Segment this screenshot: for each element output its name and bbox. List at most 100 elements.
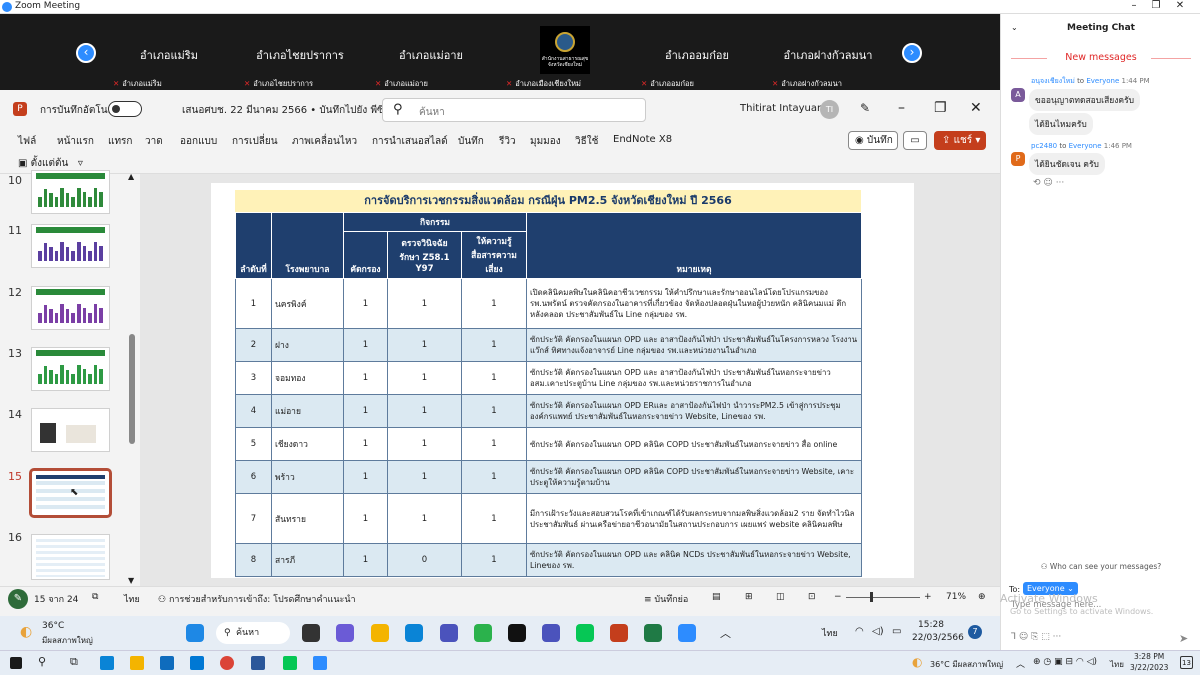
mail-icon[interactable] <box>190 656 204 670</box>
share-button[interactable]: ⇪ แชร์ ▾ <box>934 131 986 150</box>
video-tile[interactable]: อำเภอไชยปราการ ✕ อำเภอไชยปราการ <box>238 14 362 90</box>
video-tile[interactable]: อำเภอฝางกัวลมนา ✕ อำเภอฝางกัวลมนา <box>766 14 890 90</box>
slideshow-icon[interactable]: ⊡ <box>808 592 816 602</box>
language-label[interactable]: ไทย <box>124 592 140 606</box>
tab-file[interactable]: ไฟล์ <box>18 134 36 149</box>
tab-design[interactable]: ออกแบบ <box>180 134 217 149</box>
video-tile[interactable]: อำเภอแม่ริม ✕ อำเภอแม่ริม <box>107 14 231 90</box>
tab-review[interactable]: รีวิว <box>499 134 516 149</box>
tab-draw[interactable]: วาด <box>145 134 163 149</box>
store-icon[interactable] <box>160 656 174 670</box>
notification-badge[interactable]: 13 <box>1180 656 1193 669</box>
record-button[interactable]: ◉ บันทึก <box>848 131 898 150</box>
slide-thumbnail[interactable] <box>31 534 110 580</box>
close-icon[interactable]: ✕ <box>1170 0 1190 11</box>
excel-icon[interactable] <box>644 624 662 642</box>
pen-tool-icon[interactable]: ✎ <box>8 589 28 609</box>
comments-button[interactable]: ▭ <box>903 131 927 150</box>
slide-sorter-icon[interactable]: ⊞ <box>745 592 753 602</box>
zoom-slider[interactable] <box>846 597 920 598</box>
spellcheck-icon[interactable]: ⧉ <box>92 592 98 602</box>
chat-message[interactable]: ได้ยินชัดเจน ครับ <box>1029 153 1105 175</box>
gallery-prev-icon[interactable]: ‹ <box>76 43 96 63</box>
close-icon[interactable]: ✕ <box>970 100 982 116</box>
language-indicator[interactable]: ไทย <box>822 626 838 640</box>
chat-message[interactable]: ขออนุญาตทดสอบเสียงครับ <box>1029 89 1141 111</box>
minimize-icon[interactable]: – <box>1124 0 1144 11</box>
accessibility-status[interactable]: ⚇ การช่วยสำหรับการเข้าถึง: โปรดศึกษาคำแน… <box>158 592 356 606</box>
restore-icon[interactable]: ❐ <box>934 100 947 116</box>
teams-chat-icon[interactable] <box>336 624 354 642</box>
tray-icons[interactable]: ⊕ ◷ ▣ ⊟ ◠ ◁) <box>1033 657 1097 667</box>
tab-help[interactable]: วิธีใช้ <box>575 134 598 149</box>
video-tile[interactable]: อำเภอแม่อาย ✕ อำเภอแม่อาย <box>369 14 493 90</box>
volume-icon[interactable]: ◁) <box>872 626 884 637</box>
tab-transitions[interactable]: การเปลี่ยน <box>232 134 278 149</box>
line-icon[interactable] <box>474 624 492 642</box>
powerpoint-icon[interactable] <box>610 624 628 642</box>
autosave-toggle[interactable] <box>108 101 142 117</box>
task-view-icon[interactable] <box>302 624 320 642</box>
teams-icon[interactable] <box>440 624 458 642</box>
slide-thumbnail[interactable] <box>31 170 110 214</box>
file-explorer-icon[interactable] <box>371 624 389 642</box>
chat-message[interactable]: ได้ยินไหมครับ <box>1029 113 1093 135</box>
tab-home[interactable]: หน้าแรก <box>57 134 94 149</box>
avatar[interactable]: TI <box>820 100 839 119</box>
slide[interactable]: การจัดบริการเวชกรรมสิ่งแวดล้อม กรณีฝุ่น … <box>211 183 914 578</box>
thumbnail-scrollbar[interactable]: ▲ ▼ <box>126 172 138 586</box>
slide-thumbnail[interactable] <box>31 224 110 268</box>
tab-animations[interactable]: ภาพเคลื่อนไหว <box>292 134 357 149</box>
zoom-in-icon[interactable]: + <box>924 592 932 602</box>
edge-icon[interactable] <box>405 624 423 642</box>
tab-record[interactable]: บันทึก <box>458 134 484 149</box>
tab-endnote[interactable]: EndNote X8 <box>613 134 672 145</box>
gallery-next-icon[interactable]: › <box>902 43 922 63</box>
from-beginning-button[interactable]: ▣ ตั้งแต่ต้น ▿ <box>18 156 83 171</box>
task-view-icon[interactable]: ⧉ <box>70 655 78 669</box>
notes-button[interactable]: ≡ บันทึกย่อ <box>644 592 688 606</box>
pen-icon[interactable]: ✎ <box>860 101 870 115</box>
line-icon[interactable] <box>283 656 297 670</box>
file-icon[interactable]: ⎘ <box>1031 632 1038 642</box>
minimize-icon[interactable]: – <box>898 100 905 116</box>
reading-view-icon[interactable]: ◫ <box>776 592 785 602</box>
slide-thumbnail[interactable] <box>31 286 110 330</box>
weather-info[interactable]: 36°C มีผลสภาพใหญ่ <box>930 658 1003 671</box>
screenshot-icon[interactable]: ⬚ <box>1041 632 1050 642</box>
slide-thumbnail[interactable] <box>31 408 110 452</box>
restore-icon[interactable]: ❐ <box>1146 0 1166 11</box>
slide-thumbnail-selected[interactable]: ⬉ <box>29 468 112 518</box>
app-icon[interactable] <box>508 624 526 642</box>
slide-thumbnail[interactable] <box>31 347 110 391</box>
more-icon[interactable]: ··· <box>1053 632 1062 642</box>
message-actions[interactable]: ⟲ ☺ ··· <box>1033 178 1064 188</box>
fit-slide-icon[interactable]: ⊕ <box>978 592 986 602</box>
video-tile[interactable]: สำนักงานสาธารณสุขจังหวัดเชียงใหม่ ✕ อำเภอ… <box>500 14 624 90</box>
zoom-icon[interactable] <box>313 656 327 670</box>
video-tile[interactable]: อำเภออมก๋อย ✕ อำเภออมก๋อย <box>635 14 759 90</box>
start-icon[interactable] <box>186 624 204 642</box>
tray-chevron-icon[interactable]: ︿ <box>720 625 731 641</box>
wifi-icon[interactable]: ◠ <box>855 626 864 637</box>
tray-chevron-icon[interactable]: ︿ <box>1016 657 1025 670</box>
search-box[interactable]: ⚲ ค้นหา <box>382 98 646 122</box>
language-indicator[interactable]: ไทย <box>1110 658 1124 671</box>
chrome-icon[interactable] <box>220 656 234 670</box>
line-icon[interactable] <box>576 624 594 642</box>
who-can-see-link[interactable]: ⚇ Who can see your messages? <box>1001 562 1200 571</box>
search-icon[interactable]: ⚲ <box>38 655 46 668</box>
emoji-icon[interactable]: ☺ <box>1019 632 1028 642</box>
notification-badge[interactable]: 7 <box>968 625 982 639</box>
tab-insert[interactable]: แทรก <box>108 134 132 149</box>
file-explorer-icon[interactable] <box>130 656 144 670</box>
taskbar-search[interactable]: ⚲ ค้นหา <box>216 622 290 644</box>
tab-view[interactable]: มุมมอง <box>530 134 561 149</box>
zoom-slider-thumb[interactable] <box>870 592 873 602</box>
tab-slideshow[interactable]: การนำเสนอสไลด์ <box>372 134 448 149</box>
teams-icon[interactable] <box>542 624 560 642</box>
zoom-level[interactable]: 71% <box>946 592 966 602</box>
zoom-out-icon[interactable]: − <box>834 592 842 602</box>
document-title[interactable]: เสนอศบช. 22 มีนาคม 2566 • บันทึกไปยัง พี… <box>182 103 391 118</box>
send-icon[interactable]: ➤ <box>1179 632 1188 645</box>
